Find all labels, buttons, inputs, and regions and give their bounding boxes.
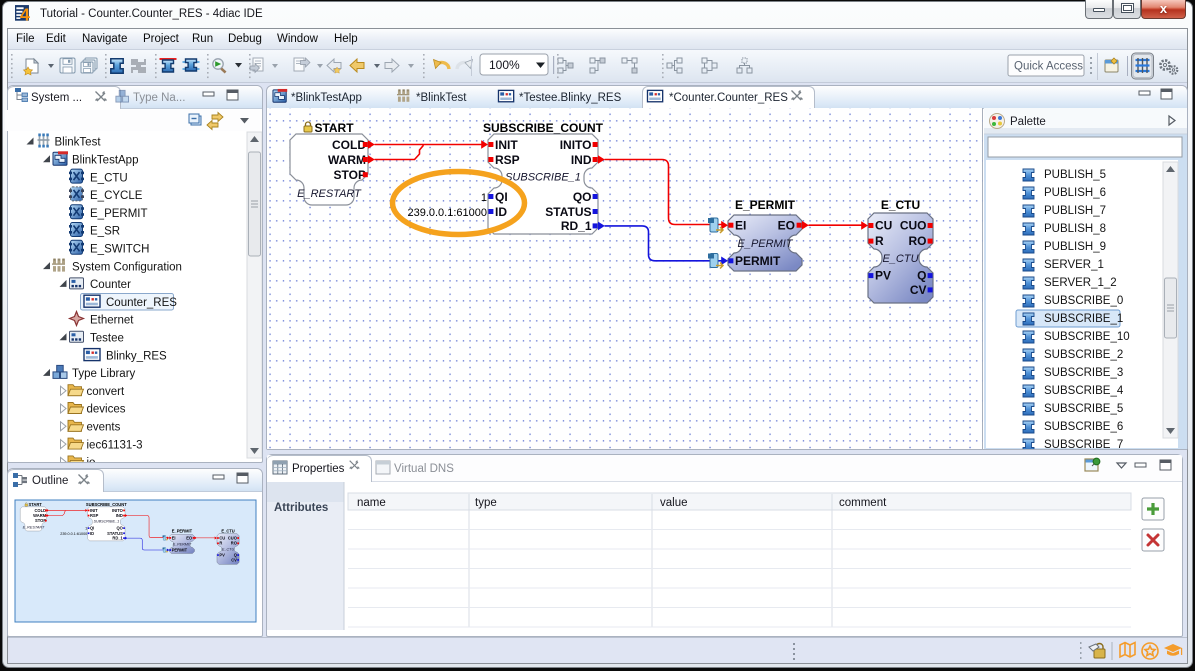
svg-text:SUBSCRIBE_4: SUBSCRIBE_4 (1044, 385, 1124, 397)
svg-text:Outline: Outline (32, 475, 68, 487)
svg-text:SUBSCRIBE_2: SUBSCRIBE_2 (1044, 349, 1123, 361)
svg-text:SERVER_1_2: SERVER_1_2 (1044, 277, 1117, 289)
svg-text:devices: devices (87, 404, 126, 416)
svg-text:PUBLISH_9: PUBLISH_9 (1044, 241, 1106, 253)
svg-text:Ethernet: Ethernet (90, 315, 134, 327)
svg-text:value: value (660, 497, 688, 509)
svg-text:*BlinkTestApp: *BlinkTestApp (291, 92, 362, 104)
svg-text:SUBSCRIBE_3: SUBSCRIBE_3 (1044, 367, 1123, 379)
svg-text:E_CYCLE: E_CYCLE (90, 190, 143, 202)
svg-text:PUBLISH_7: PUBLISH_7 (1044, 205, 1106, 217)
svg-text:*Counter.Counter_RES: *Counter.Counter_RES (669, 92, 788, 104)
svg-text:Properties: Properties (292, 463, 345, 475)
svg-text:Quick Access: Quick Access (1014, 61, 1083, 73)
svg-text:Counter_RES: Counter_RES (106, 297, 177, 309)
svg-text:BlinkTest: BlinkTest (55, 137, 102, 149)
svg-text:events: events (87, 422, 121, 434)
svg-text:Palette: Palette (1010, 116, 1046, 128)
svg-text:SUBSCRIBE_7: SUBSCRIBE_7 (1044, 439, 1123, 449)
svg-text:SUBSCRIBE_5: SUBSCRIBE_5 (1044, 403, 1123, 415)
svg-text:Counter: Counter (90, 279, 131, 291)
svg-text:E_SR: E_SR (90, 226, 120, 238)
svg-text:*BlinkTest: *BlinkTest (416, 92, 467, 104)
svg-text:E_CTU: E_CTU (90, 172, 128, 184)
svg-text:PUBLISH_8: PUBLISH_8 (1044, 223, 1106, 235)
svg-text:SERVER_1: SERVER_1 (1044, 259, 1104, 271)
svg-text:E_SWITCH: E_SWITCH (90, 244, 149, 256)
svg-text:name: name (357, 497, 386, 509)
svg-text:BlinkTestApp: BlinkTestApp (72, 155, 138, 167)
svg-text:PUBLISH_6: PUBLISH_6 (1044, 187, 1106, 199)
svg-text:Type Na...: Type Na... (133, 92, 185, 104)
svg-text:convert: convert (87, 386, 126, 398)
svg-text:Type Library: Type Library (72, 368, 136, 380)
svg-text:io: io (87, 457, 96, 462)
svg-text:SUBSCRIBE_0: SUBSCRIBE_0 (1044, 295, 1123, 307)
svg-text:SUBSCRIBE_10: SUBSCRIBE_10 (1044, 331, 1130, 343)
svg-text:PUBLISH_5: PUBLISH_5 (1044, 169, 1106, 181)
svg-text:Attributes: Attributes (274, 502, 328, 514)
svg-text:*Testee.Blinky_RES: *Testee.Blinky_RES (519, 92, 622, 104)
svg-text:E_PERMIT: E_PERMIT (90, 208, 148, 220)
svg-text:SUBSCRIBE_6: SUBSCRIBE_6 (1044, 421, 1123, 433)
svg-text:System Configuration: System Configuration (72, 261, 182, 273)
svg-text:comment: comment (839, 497, 887, 509)
svg-text:Blinky_RES: Blinky_RES (106, 350, 167, 362)
svg-text:System ...: System ... (31, 92, 82, 104)
svg-text:4: 4 (20, 5, 30, 23)
svg-text:Testee: Testee (90, 333, 124, 345)
svg-text:iec61131-3: iec61131-3 (87, 439, 143, 451)
svg-text:type: type (475, 497, 497, 509)
svg-text:SUBSCRIBE_1: SUBSCRIBE_1 (1044, 313, 1123, 325)
svg-text:Virtual DNS: Virtual DNS (394, 463, 454, 475)
svg-text:100%: 100% (489, 58, 520, 72)
